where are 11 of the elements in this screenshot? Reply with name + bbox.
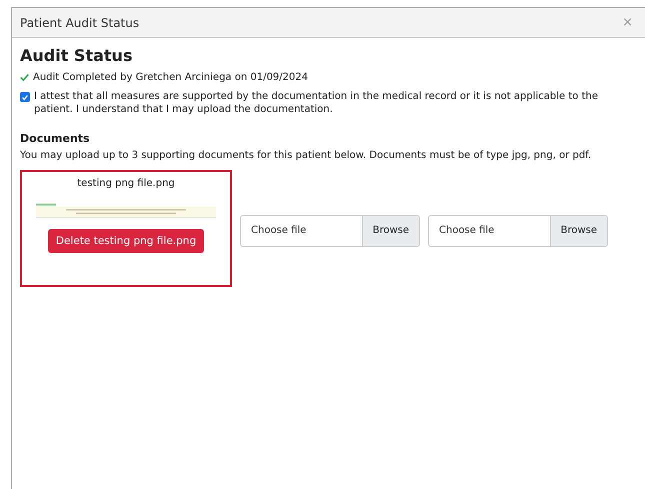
file-input[interactable]: Choose file Browse	[428, 214, 608, 246]
documents-description: You may upload up to 3 supporting documents for this patient below. Documents must be of type jpg, png, or pdf.	[20, 149, 592, 162]
attest-checkbox[interactable]	[20, 92, 30, 102]
file-name: testing png file.png	[77, 178, 175, 189]
dialog-title: Patient Audit Status	[20, 16, 140, 30]
section-heading: Audit Status	[20, 46, 134, 65]
completion-text: Audit Completed by Gretchen Arciniega on 01/09/2024	[33, 71, 308, 84]
documents-heading: Documents	[20, 132, 91, 145]
attest-text: I attest that all measures are supported by the documentation in the medical record or it is not applicable to the patient. I understand that I may upload the documentation.	[34, 90, 599, 116]
file-input[interactable]: Choose file Browse	[240, 214, 420, 246]
delete-button[interactable]: Delete testing png file.png	[48, 229, 204, 253]
